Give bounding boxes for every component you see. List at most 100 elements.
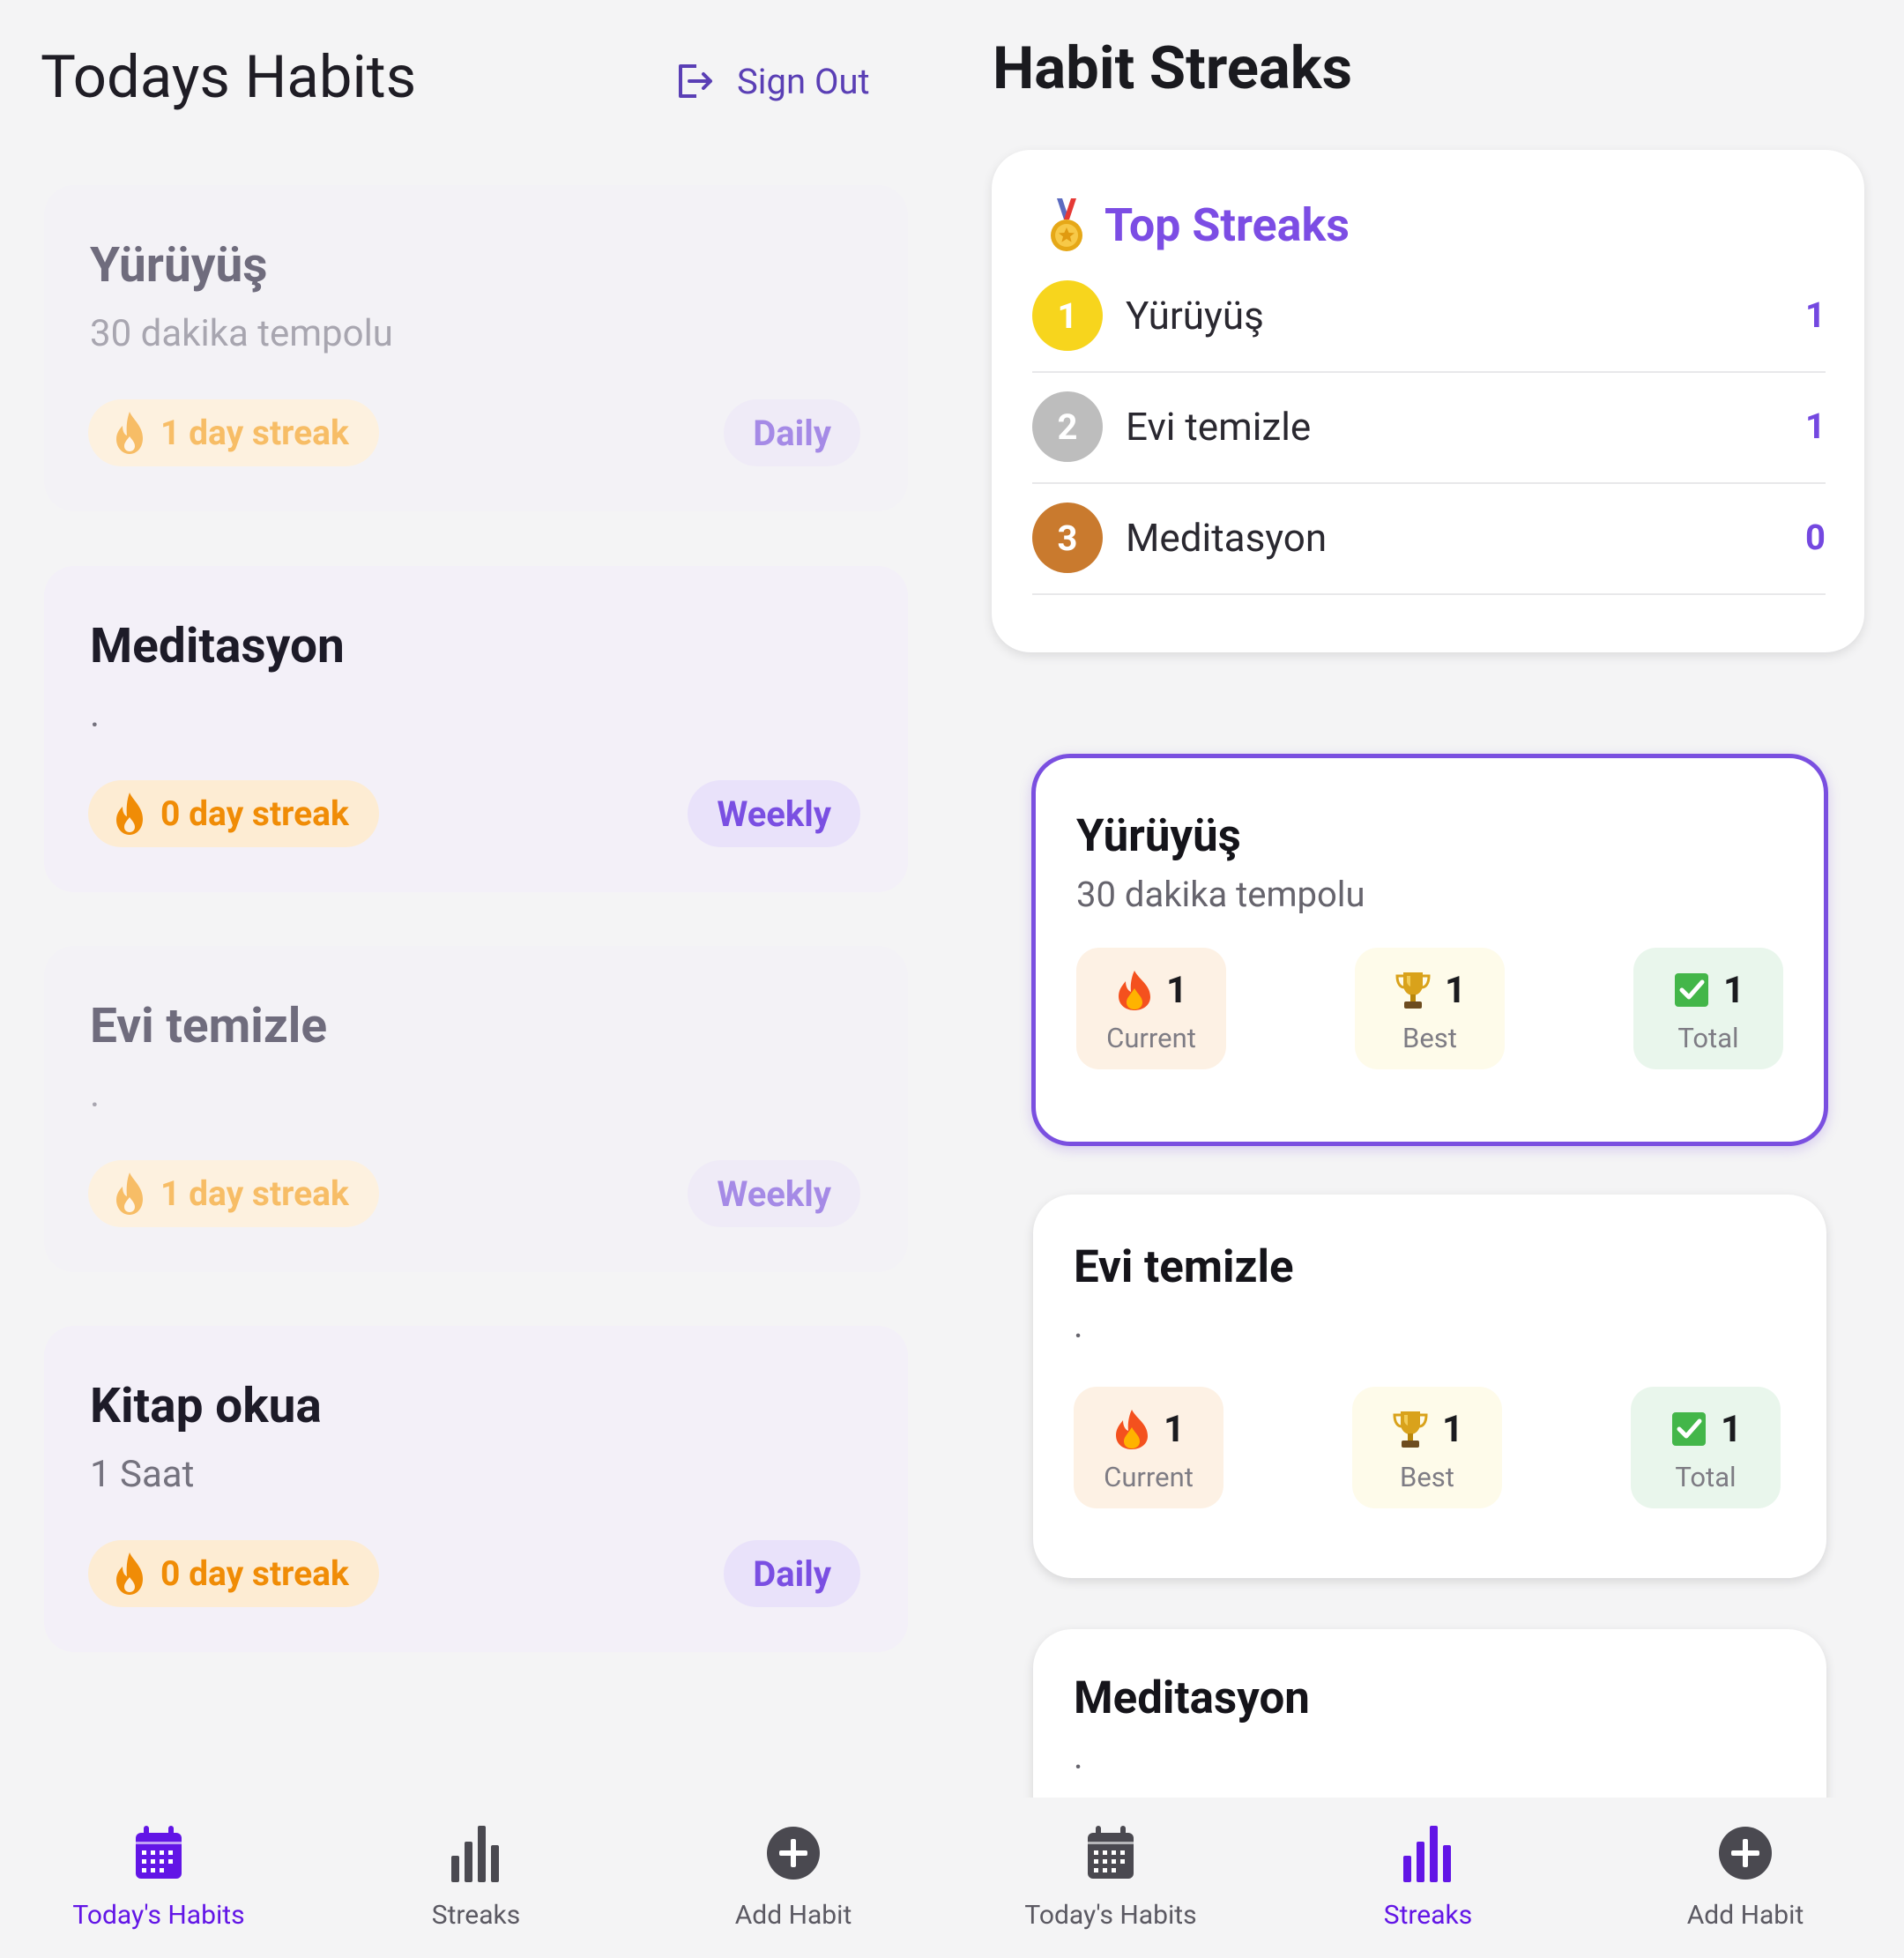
streak-badge: 1 day streak bbox=[88, 399, 379, 466]
habit-name: Evi temizle bbox=[1126, 404, 1312, 450]
page-title: Habit Streaks bbox=[993, 34, 1352, 103]
habit-name: Yürüyüş bbox=[1126, 293, 1264, 339]
list-item: 2 Evi temizle 1 bbox=[1032, 372, 1826, 484]
habit-description: 30 dakika tempolu bbox=[1076, 874, 1365, 915]
best-value: 1 bbox=[1441, 1407, 1464, 1451]
rank-badge: 2 bbox=[1032, 391, 1103, 462]
todays-habits-screen: Todays Habits Sign Out Yürüyüş 30 dakika… bbox=[0, 0, 952, 1958]
habit-streaks-screen: Habit Streaks Top Streaks 1 Yürüyüş 1 2 … bbox=[952, 0, 1904, 1958]
stat-label: Total bbox=[1677, 1022, 1739, 1054]
habit-title: Yürüyüş bbox=[1076, 810, 1241, 862]
habit-title: Evi temizle bbox=[1074, 1241, 1294, 1293]
frequency-badge: Daily bbox=[724, 399, 860, 466]
streak-value: 1 bbox=[1805, 406, 1826, 447]
habit-title: Meditasyon bbox=[1074, 1672, 1310, 1724]
frequency-badge: Weekly bbox=[688, 780, 860, 847]
habit-card[interactable]: Evi temizle . 1 day streak Weekly bbox=[44, 946, 908, 1272]
add-circle-icon bbox=[765, 1822, 822, 1884]
nav-label: Add Habit bbox=[1686, 1900, 1804, 1931]
scroll-clip: Meditasyon . bbox=[952, 1622, 1904, 1798]
streak-label: 0 day streak bbox=[160, 793, 349, 834]
flame-icon bbox=[111, 1171, 148, 1217]
nav-streaks[interactable]: Streaks bbox=[1269, 1798, 1587, 1958]
streak-card[interactable]: Yürüyüş 30 dakika tempolu 1 Current 1 Be… bbox=[1031, 754, 1828, 1146]
flame-icon bbox=[111, 1551, 148, 1597]
nav-streaks[interactable]: Streaks bbox=[317, 1798, 635, 1958]
bar-chart-icon bbox=[1400, 1822, 1456, 1884]
habit-description: . bbox=[1074, 1736, 1083, 1777]
list-item: 1 Yürüyüş 1 bbox=[1032, 261, 1826, 373]
top-streaks-title: Top Streaks bbox=[1104, 197, 1350, 252]
nav-todays-habits[interactable]: Today's Habits bbox=[952, 1798, 1269, 1958]
current-streak-stat: 1 Current bbox=[1074, 1387, 1223, 1508]
stat-label: Best bbox=[1402, 1022, 1457, 1054]
habit-title: Evi temizle bbox=[90, 998, 328, 1054]
habit-card[interactable]: Meditasyon . 0 day streak Weekly bbox=[44, 566, 908, 892]
bottom-nav: Today's Habits Streaks Add Habit bbox=[952, 1798, 1904, 1958]
total-stat: 1 Total bbox=[1631, 1387, 1781, 1508]
habit-description: . bbox=[90, 693, 100, 736]
habit-description: 1 Saat bbox=[90, 1453, 195, 1496]
habit-name: Meditasyon bbox=[1126, 515, 1328, 561]
page-title: Todays Habits bbox=[41, 43, 417, 112]
nav-label: Add Habit bbox=[734, 1900, 852, 1931]
current-value: 1 bbox=[1165, 968, 1188, 1012]
add-circle-icon bbox=[1717, 1822, 1774, 1884]
nav-label: Today's Habits bbox=[1024, 1900, 1197, 1931]
streak-label: 0 day streak bbox=[160, 1553, 349, 1594]
calendar-icon bbox=[130, 1822, 187, 1884]
streak-card[interactable]: Meditasyon . bbox=[1033, 1629, 1826, 1798]
sign-out-button[interactable]: Sign Out bbox=[673, 55, 870, 108]
streak-badge: 1 day streak bbox=[88, 1160, 379, 1227]
streak-value: 1 bbox=[1805, 294, 1826, 336]
check-icon bbox=[1672, 969, 1711, 1011]
flame-icon bbox=[111, 410, 148, 456]
habit-title: Kitap okua bbox=[90, 1378, 322, 1434]
streak-label: 1 day streak bbox=[160, 1173, 349, 1214]
nav-label: Today's Habits bbox=[72, 1900, 245, 1931]
frequency-badge: Weekly bbox=[688, 1160, 860, 1227]
habit-description: . bbox=[90, 1073, 100, 1116]
top-streaks-header: Top Streaks bbox=[1045, 194, 1350, 256]
stat-label: Best bbox=[1400, 1461, 1454, 1493]
streak-label: 1 day streak bbox=[160, 413, 349, 453]
trophy-icon bbox=[1394, 969, 1432, 1011]
total-stat: 1 Total bbox=[1633, 948, 1783, 1069]
streak-card[interactable]: Evi temizle . 1 Current 1 Best 1 Total bbox=[1033, 1195, 1826, 1578]
fire-icon bbox=[1115, 969, 1154, 1011]
nav-label: Streaks bbox=[1383, 1900, 1473, 1931]
habit-title: Yürüyüş bbox=[90, 237, 268, 294]
habit-description: . bbox=[1074, 1305, 1083, 1346]
frequency-badge: Daily bbox=[724, 1540, 860, 1607]
current-streak-stat: 1 Current bbox=[1076, 948, 1226, 1069]
stat-label: Current bbox=[1104, 1461, 1194, 1493]
nav-add-habit[interactable]: Add Habit bbox=[1587, 1798, 1904, 1958]
rank-badge: 3 bbox=[1032, 503, 1103, 573]
trophy-icon bbox=[1391, 1408, 1430, 1450]
bar-chart-icon bbox=[448, 1822, 504, 1884]
sign-out-label: Sign Out bbox=[737, 60, 870, 102]
nav-add-habit[interactable]: Add Habit bbox=[635, 1798, 952, 1958]
medal-icon bbox=[1051, 198, 1082, 251]
sign-out-icon bbox=[679, 64, 712, 98]
nav-todays-habits[interactable]: Today's Habits bbox=[0, 1798, 317, 1958]
best-value: 1 bbox=[1444, 968, 1467, 1012]
calendar-icon bbox=[1082, 1822, 1139, 1884]
rank-badge: 1 bbox=[1032, 280, 1103, 351]
flame-icon bbox=[111, 791, 148, 837]
check-icon bbox=[1670, 1408, 1708, 1450]
stat-label: Total bbox=[1675, 1461, 1737, 1493]
total-value: 1 bbox=[1720, 1407, 1743, 1451]
streak-badge: 0 day streak bbox=[88, 780, 379, 847]
fire-icon bbox=[1112, 1408, 1151, 1450]
top-streaks-card: Top Streaks 1 Yürüyüş 1 2 Evi temizle 1 … bbox=[992, 150, 1864, 652]
current-value: 1 bbox=[1163, 1407, 1186, 1451]
stat-label: Current bbox=[1106, 1022, 1196, 1054]
habit-card[interactable]: Kitap okua 1 Saat 0 day streak Daily bbox=[44, 1326, 908, 1652]
bottom-nav: Today's Habits Streaks Add Habit bbox=[0, 1798, 952, 1958]
total-value: 1 bbox=[1722, 968, 1745, 1012]
list-item: 3 Meditasyon 0 bbox=[1032, 483, 1826, 595]
best-streak-stat: 1 Best bbox=[1352, 1387, 1502, 1508]
habit-description: 30 dakika tempolu bbox=[90, 312, 393, 355]
habit-card[interactable]: Yürüyüş 30 dakika tempolu 1 day streak D… bbox=[44, 185, 908, 511]
